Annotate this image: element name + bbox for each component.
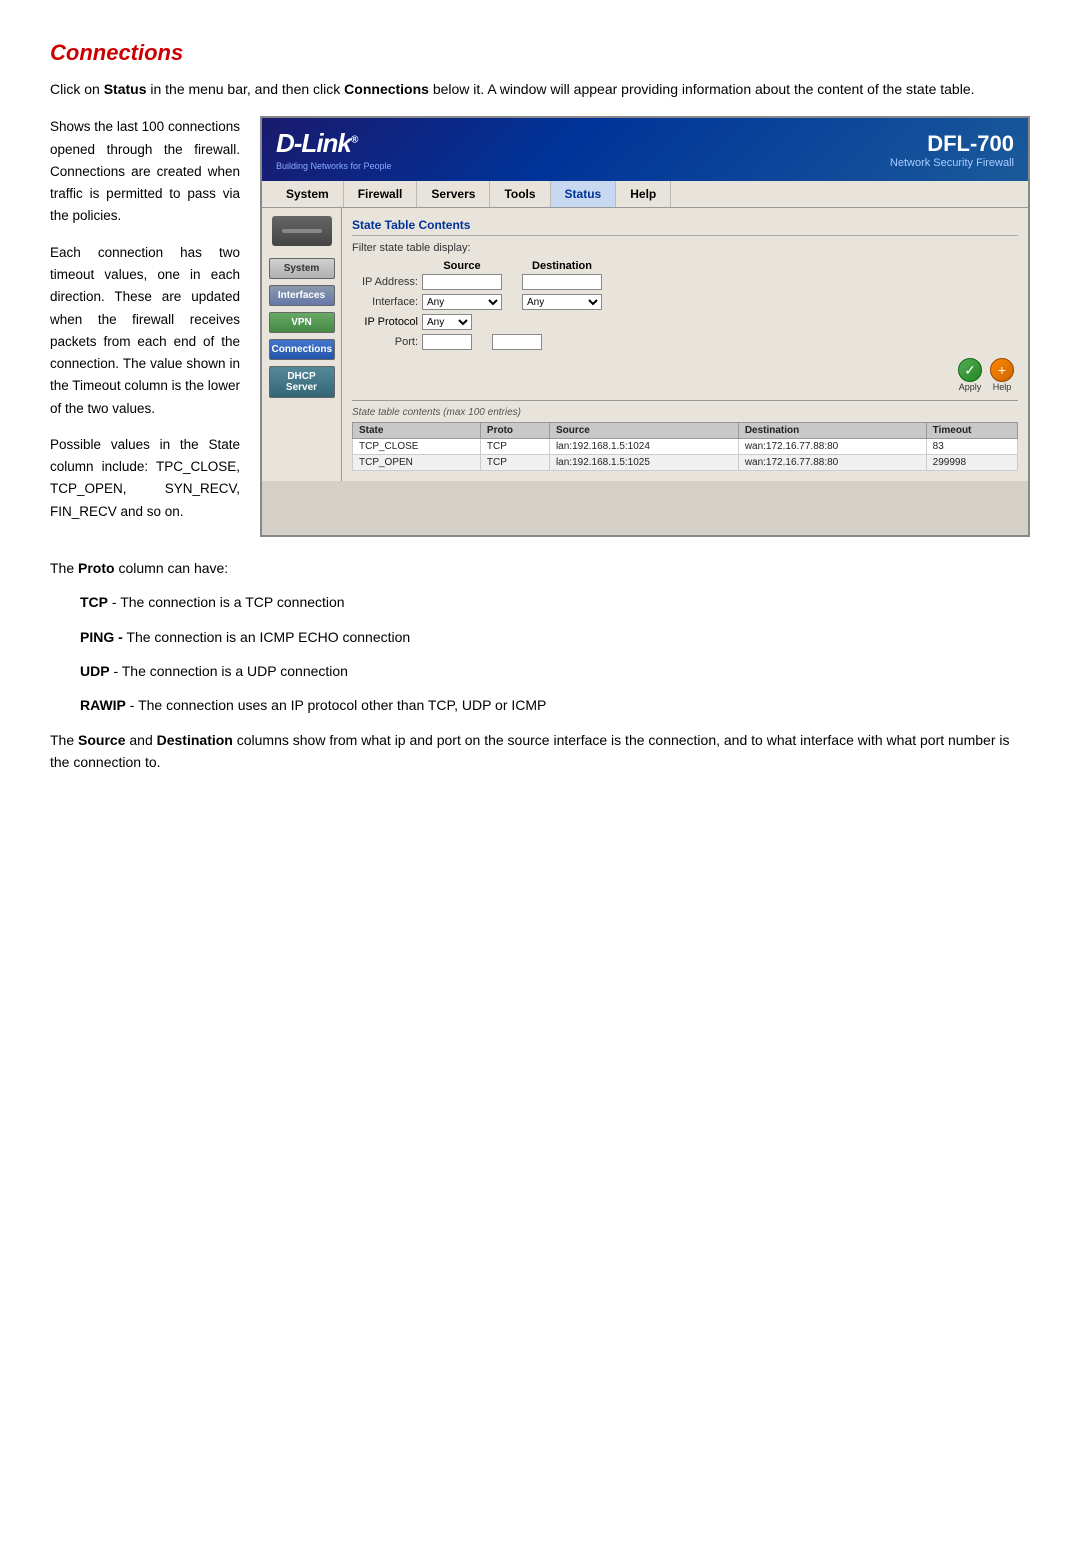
nav-firewall[interactable]: Firewall bbox=[344, 181, 418, 207]
sidebar-btn-dhcp[interactable]: DHCP Server bbox=[269, 366, 335, 398]
dlink-sidebar: System Interfaces VPN Connections DHCP S… bbox=[262, 208, 342, 481]
interface-dest-select[interactable]: Any bbox=[522, 294, 602, 310]
cell-dest-2: wan:172.16.77.88:80 bbox=[738, 455, 926, 471]
cell-timeout-1: 83 bbox=[926, 439, 1017, 455]
ip-protocol-label: IP Protocol bbox=[352, 316, 422, 328]
cell-dest-1: wan:172.16.77.88:80 bbox=[738, 439, 926, 455]
col-header-destination: Destination bbox=[738, 423, 926, 439]
nav-servers[interactable]: Servers bbox=[417, 181, 490, 207]
interface-label: Interface: bbox=[352, 296, 422, 308]
proto-udp: UDP - The connection is a UDP connection bbox=[80, 660, 1030, 682]
state-table-section: State table contents (max 100 entries) S… bbox=[352, 400, 1018, 471]
cell-state-2: TCP_OPEN bbox=[353, 455, 481, 471]
cell-source-1: lan:192.168.1.5:1024 bbox=[549, 439, 738, 455]
ip-address-source-input[interactable] bbox=[422, 274, 502, 290]
table-row: TCP_OPEN TCP lan:192.168.1.5:1025 wan:17… bbox=[353, 455, 1018, 471]
proto-tcp: TCP - The connection is a TCP connection bbox=[80, 591, 1030, 613]
ip-address-label: IP Address: bbox=[352, 276, 422, 288]
apply-label: Apply bbox=[959, 382, 982, 392]
col-header-timeout: Timeout bbox=[926, 423, 1017, 439]
intro-paragraph: Click on Status in the menu bar, and the… bbox=[50, 78, 1030, 100]
registered-mark: ® bbox=[351, 135, 357, 146]
dlink-content-panel: State Table Contents Filter state table … bbox=[342, 208, 1028, 481]
col-header-state: State bbox=[353, 423, 481, 439]
cell-source-2: lan:192.168.1.5:1025 bbox=[549, 455, 738, 471]
cell-proto-2: TCP bbox=[480, 455, 549, 471]
proto-list: TCP - The connection is a TCP connection… bbox=[80, 591, 1030, 717]
action-bar: ✓ Apply + Help bbox=[352, 358, 1018, 392]
nav-tools[interactable]: Tools bbox=[490, 181, 550, 207]
destination-header: Destination bbox=[522, 260, 602, 272]
port-row: Port: bbox=[352, 334, 1018, 350]
dlink-brand: D-Link bbox=[276, 128, 351, 158]
ip-address-dest-input[interactable] bbox=[522, 274, 602, 290]
interface-source-select[interactable]: Any bbox=[422, 294, 502, 310]
para-timeout-values: Each connection has two timeout values, … bbox=[50, 242, 240, 420]
sidebar-btn-system[interactable]: System bbox=[269, 258, 335, 279]
interface-row: Interface: Any Any bbox=[352, 294, 1018, 310]
port-dest-input[interactable] bbox=[492, 334, 542, 350]
dlink-logo-text: D-Link® bbox=[276, 128, 392, 159]
port-label: Port: bbox=[352, 336, 422, 348]
dlink-model: DFL-700 bbox=[890, 131, 1014, 157]
para-state-values: Possible values in the State column incl… bbox=[50, 434, 240, 523]
apply-icon: ✓ bbox=[958, 358, 982, 382]
ip-protocol-select[interactable]: Any bbox=[422, 314, 472, 330]
dlink-tagline: Building Networks for People bbox=[276, 161, 392, 171]
nav-status[interactable]: Status bbox=[551, 181, 617, 207]
source-dest-explanation: The Source and Destination columns show … bbox=[50, 729, 1030, 774]
nav-help[interactable]: Help bbox=[616, 181, 671, 207]
dlink-nav: System Firewall Servers Tools Status Hel… bbox=[262, 181, 1028, 208]
main-content-area: Shows the last 100 connections opened th… bbox=[50, 116, 1030, 537]
ip-protocol-row: IP Protocol Any bbox=[352, 314, 1018, 330]
proto-ping: PING - The connection is an ICMP ECHO co… bbox=[80, 626, 1030, 648]
table-row: TCP_CLOSE TCP lan:192.168.1.5:1024 wan:1… bbox=[353, 439, 1018, 455]
help-label: Help bbox=[993, 382, 1012, 392]
proto-rawip: RAWIP - The connection uses an IP protoc… bbox=[80, 694, 1030, 716]
dlink-main: System Interfaces VPN Connections DHCP S… bbox=[262, 208, 1028, 481]
filter-label: Filter state table display: bbox=[352, 242, 1018, 254]
device-icon bbox=[272, 216, 332, 246]
ip-address-row: IP Address: bbox=[352, 274, 1018, 290]
col-header-source: Source bbox=[549, 423, 738, 439]
page-title: Connections bbox=[50, 40, 1030, 66]
sidebar-btn-connections[interactable]: Connections bbox=[269, 339, 335, 360]
col-header-proto: Proto bbox=[480, 423, 549, 439]
dlink-window: D-Link® Building Networks for People DFL… bbox=[260, 116, 1030, 537]
cell-proto-1: TCP bbox=[480, 439, 549, 455]
dlink-product-info: DFL-700 Network Security Firewall bbox=[890, 131, 1014, 169]
nav-system[interactable]: System bbox=[272, 181, 344, 207]
dlink-logo-area: D-Link® Building Networks for People bbox=[276, 128, 392, 171]
sidebar-btn-vpn[interactable]: VPN bbox=[269, 312, 335, 333]
sidebar-btn-interfaces[interactable]: Interfaces bbox=[269, 285, 335, 306]
source-header: Source bbox=[422, 260, 502, 272]
left-description: Shows the last 100 connections opened th… bbox=[50, 116, 240, 537]
cell-state-1: TCP_CLOSE bbox=[353, 439, 481, 455]
dlink-header: D-Link® Building Networks for People DFL… bbox=[262, 118, 1028, 181]
apply-button[interactable]: ✓ Apply bbox=[958, 358, 982, 392]
para-shows-connections: Shows the last 100 connections opened th… bbox=[50, 116, 240, 227]
help-icon: + bbox=[990, 358, 1014, 382]
help-button[interactable]: + Help bbox=[990, 358, 1014, 392]
cell-timeout-2: 299998 bbox=[926, 455, 1017, 471]
port-source-input[interactable] bbox=[422, 334, 472, 350]
state-table-note: State table contents (max 100 entries) bbox=[352, 407, 1018, 418]
state-table: State Proto Source Destination Timeout T… bbox=[352, 422, 1018, 471]
after-window-content: The Proto column can have: TCP - The con… bbox=[50, 557, 1030, 774]
panel-title: State Table Contents bbox=[352, 218, 1018, 236]
dlink-desc: Network Security Firewall bbox=[890, 157, 1014, 169]
proto-intro: The Proto column can have: bbox=[50, 557, 1030, 579]
